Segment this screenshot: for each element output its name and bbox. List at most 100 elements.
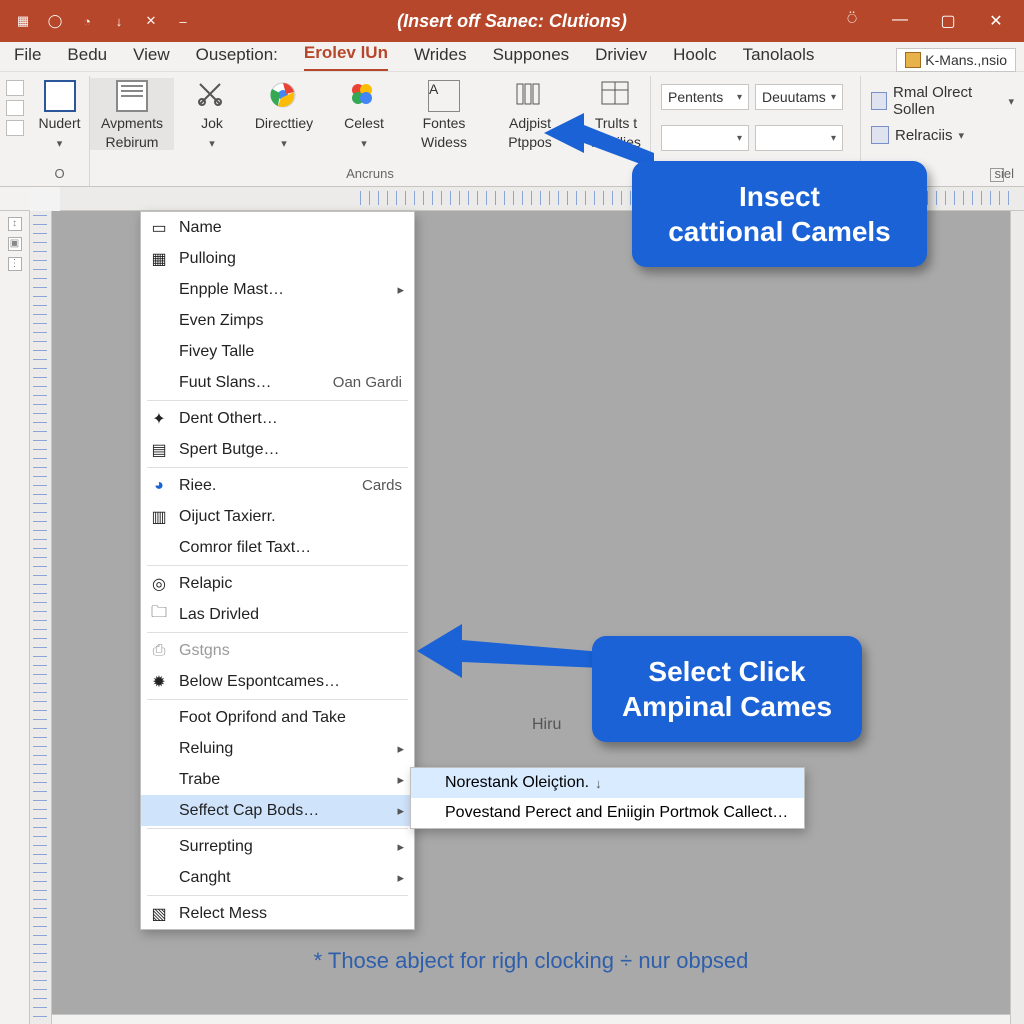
menu-item-relect[interactable]: ▧Relect Mess (141, 898, 414, 929)
pentents-combo[interactable]: Pentents▾ (661, 84, 749, 110)
qat-save-icon[interactable]: ▦ (14, 12, 32, 30)
compass-icon: ◎ (149, 574, 169, 594)
callout-select-line1: Select Click (618, 654, 836, 689)
celest-button[interactable]: Celest (336, 78, 392, 150)
menu-bedu[interactable]: Bedu (67, 45, 107, 71)
menu-item-seffect[interactable]: Seffect Cap Bods… (141, 795, 414, 826)
menu-item-relapic[interactable]: ◎Relapic (141, 568, 414, 599)
qat-undo-icon[interactable]: ◯ (46, 12, 64, 30)
menu-item-dent[interactable]: ✦Dent Othert… (141, 403, 414, 434)
empty-combo-2[interactable]: ▾ (755, 125, 843, 151)
menu-item-oijuct[interactable]: ▥Oijuct Taxierr. (141, 501, 414, 532)
quick-access-toolbar: ▦ ◯ ◔ ↓ ✕ – (0, 12, 192, 30)
minimize-button[interactable]: — (890, 11, 910, 31)
submenu-item-povestand[interactable]: Povestand Perect and Eniigin Portmok Cal… (411, 798, 804, 828)
menu-hoolc[interactable]: Hoolc (673, 45, 716, 71)
qat-close-icon[interactable]: ✕ (142, 12, 160, 30)
footnote-text: Those abject for righ clocking ÷ nur obp… (328, 948, 749, 973)
maximize-button[interactable]: ▢ (938, 11, 958, 31)
rmal-olrect-link[interactable]: Rmal Olrect Sollen ▾ (871, 84, 1014, 118)
clock-icon: ◕ (149, 476, 169, 496)
menu-file[interactable]: File (14, 45, 41, 71)
down-arrow-icon: ↓ (595, 776, 602, 791)
nudert-button[interactable]: Nudert (26, 78, 94, 150)
menu-view[interactable]: View (133, 45, 170, 71)
avpments-button[interactable]: Avpments Rebirum (90, 78, 174, 150)
menu-item-gstgns: ⎙Gstgns (141, 635, 414, 666)
menu-item-surrepting[interactable]: Surrepting (141, 831, 414, 862)
vertical-ruler[interactable] (30, 211, 52, 1024)
relation-icon (871, 126, 889, 144)
menu-item-name[interactable]: ▭Name (141, 212, 414, 243)
font-icon: A (428, 80, 460, 112)
callout-select: Select Click Ampinal Cames (592, 636, 862, 742)
ribbon-qa-1[interactable] (6, 80, 24, 96)
scissors-icon (196, 80, 228, 112)
page-center-label: Hiru (532, 716, 561, 734)
jok-button[interactable]: Jok (192, 78, 232, 150)
menu-item-riee[interactable]: ◕Riee.Cards (141, 470, 414, 501)
ribbon-collapse-icon[interactable] (990, 168, 1004, 182)
vertical-scrollbar[interactable] (1010, 211, 1024, 1024)
menu-tanolaols[interactable]: Tanolaols (743, 45, 815, 71)
jok-dd (209, 134, 215, 150)
ribbon-qa-2[interactable] (6, 100, 24, 116)
page-outline-icon: ▭ (149, 218, 169, 238)
avpments-dropdown-menu: ▭Name ▦Pulloing Enpple Mast… Even Zimps … (140, 211, 415, 930)
menu-wrides[interactable]: Wrides (414, 45, 467, 71)
left-tool-gutter: ↕ ▣ ⋮ (0, 211, 30, 1024)
menu-ouseption[interactable]: Ouseption: (196, 45, 278, 71)
status-bar (52, 1014, 1010, 1024)
fontes-button[interactable]: A Fontes Widess (410, 78, 478, 150)
qat-down-icon[interactable]: ↓ (110, 12, 128, 30)
callout-insect-line2: cattional Camels (658, 214, 901, 249)
page-icon (44, 80, 76, 112)
document-tab-label: K-Mans.,nsio (925, 52, 1007, 68)
menu-item-comror[interactable]: Comror filet Taxt… (141, 532, 414, 563)
menu-item-fuut[interactable]: Fuut Slans…Oan Gardi (141, 367, 414, 398)
celest-dd (361, 134, 367, 150)
menu-item-las[interactable]: 🗀Las Drivled (141, 599, 414, 630)
qat-redo-icon[interactable]: ◔ (78, 12, 96, 30)
avpments-label: Avpments (101, 115, 163, 131)
callout-select-line2: Ampinal Cames (618, 689, 836, 724)
submenu-item-norestank[interactable]: Norestank Oleiçtion. ↓ (411, 768, 804, 798)
ghost-icon[interactable]: ⍥ (842, 11, 862, 31)
menu-item-enpple[interactable]: Enpple Mast… (141, 274, 414, 305)
window-title: (Insert off Sanec: Clutions) (397, 11, 627, 32)
ribbon-qa-3[interactable] (6, 120, 24, 136)
document-canvas[interactable]: ▭Name ▦Pulloing Enpple Mast… Even Zimps … (52, 211, 1010, 1024)
deuutams-combo[interactable]: Deuutams▾ (755, 84, 843, 110)
relraciis-link[interactable]: Relraciis ▾ (871, 126, 964, 144)
menu-driviev[interactable]: Driviev (595, 45, 647, 71)
close-button[interactable]: ✕ (986, 11, 1006, 31)
menu-item-spert[interactable]: ▤Spert Butge… (141, 434, 414, 465)
menu-item-foot[interactable]: Foot Oprifond and Take (141, 702, 414, 733)
document-tab[interactable]: K-Mans.,nsio (896, 48, 1016, 72)
menu-item-canght[interactable]: Canght (141, 862, 414, 893)
chrome-icon (268, 80, 300, 112)
table-star-icon: ✹ (149, 672, 169, 692)
gutter-tool-3[interactable]: ⋮ (8, 257, 22, 271)
menu-item-below[interactable]: ✹Below Espontcames… (141, 666, 414, 697)
menu-item-pulloing[interactable]: ▦Pulloing (141, 243, 414, 274)
menu-item-trabe[interactable]: Trabe (141, 764, 414, 795)
empty-combo-1[interactable]: ▾ (661, 125, 749, 151)
menu-erolev[interactable]: Erolev lUn (304, 43, 388, 71)
jok-label: Jok (201, 115, 223, 131)
document-icon (116, 80, 148, 112)
chart-icon: ▤ (149, 440, 169, 460)
callout-insect-line1: Insect (658, 179, 901, 214)
callout-insect: Insect cattional Camels (632, 161, 927, 267)
directtiey-button[interactable]: Directtiey (250, 78, 318, 150)
columns-icon (514, 80, 546, 112)
menu-item-reluing[interactable]: Reluing (141, 733, 414, 764)
gutter-tool-1[interactable]: ↕ (8, 217, 22, 231)
menu-suppones[interactable]: Suppones (493, 45, 570, 71)
avpments-sub: Rebirum (106, 134, 159, 150)
gutter-tool-2[interactable]: ▣ (8, 237, 22, 251)
menu-item-fivey[interactable]: Fivey Talle (141, 336, 414, 367)
qat-sep-icon: – (174, 12, 192, 30)
directtiey-label: Directtiey (255, 115, 313, 131)
menu-item-even[interactable]: Even Zimps (141, 305, 414, 336)
